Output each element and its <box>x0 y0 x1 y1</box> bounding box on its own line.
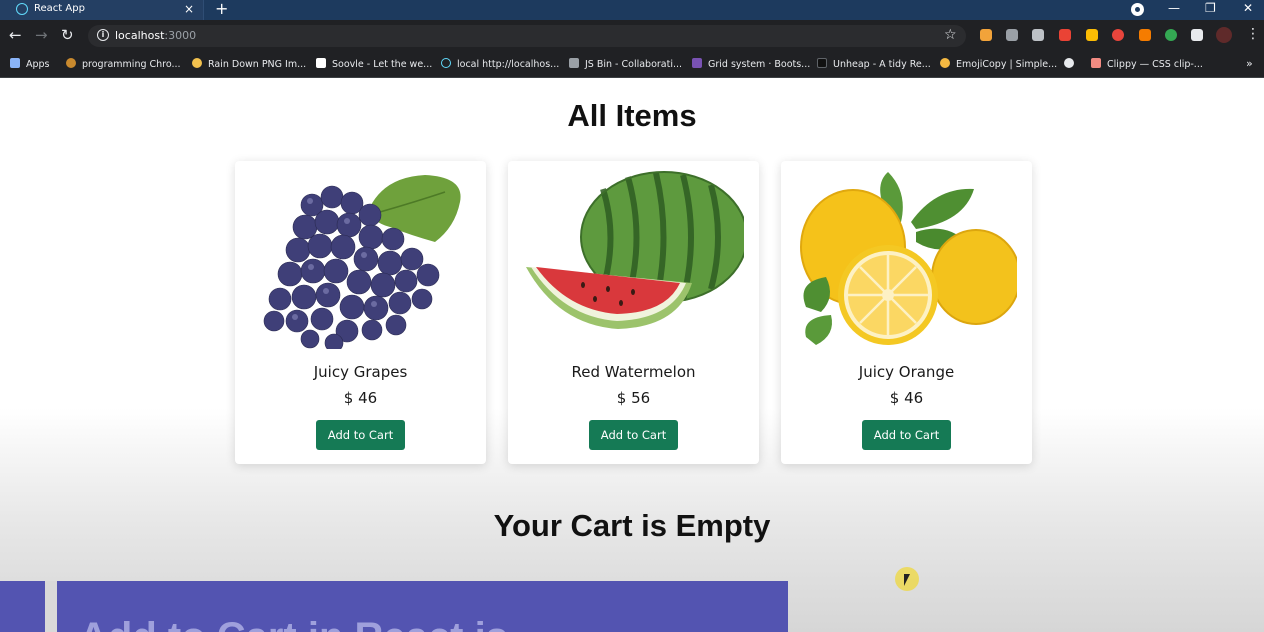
product-card: Juicy Grapes $ 46 Add to Cart <box>235 161 486 464</box>
forward-arrow-icon[interactable]: → <box>35 26 48 44</box>
product-card: Red Watermelon $ 56 Add to Cart <box>508 161 759 464</box>
product-name: Juicy Grapes <box>313 363 408 381</box>
react-favicon-icon <box>16 3 28 15</box>
bookmark-favicon-icon <box>192 58 202 68</box>
bookmark-item[interactable]: Grid system · Boots... <box>692 58 810 70</box>
bookmark-item[interactable] <box>1064 58 1080 70</box>
bookmark-item[interactable]: Clippy — CSS clip-... <box>1091 58 1203 70</box>
close-window-button[interactable]: ✕ <box>1243 1 1253 15</box>
add-to-cart-button[interactable]: Add to Cart <box>316 420 405 450</box>
browser-menu-icon[interactable]: ⋮ <box>1246 26 1260 42</box>
banner-divider <box>45 581 57 632</box>
add-to-cart-button[interactable]: Add to Cart <box>589 420 678 450</box>
product-name: Red Watermelon <box>571 363 696 381</box>
watermelon-image <box>526 171 744 329</box>
video-title-banner: Add to Cart in React js <box>57 581 788 632</box>
tab-title: React App <box>34 3 85 14</box>
browser-tab-bar: React App × + — ❐ ✕ <box>0 0 1264 20</box>
address-bar[interactable]: i localhost:3000 ☆ <box>88 25 966 47</box>
product-card: Juicy Orange $ 46 Add to Cart <box>781 161 1032 464</box>
profile-icon[interactable] <box>1131 3 1144 16</box>
extension-icon[interactable] <box>1032 29 1044 41</box>
bookmark-item[interactable]: Apps <box>10 58 50 70</box>
bookmark-item[interactable]: Rain Down PNG Im... <box>192 58 306 70</box>
react-favicon-icon <box>441 58 451 68</box>
minimize-button[interactable]: — <box>1168 1 1180 15</box>
extension-icon[interactable] <box>980 29 992 41</box>
tab-close-icon[interactable]: × <box>184 2 194 16</box>
bookmark-favicon-icon <box>66 58 76 68</box>
bookmarks-bar: Apps programming Chro... Rain Down PNG I… <box>0 51 1264 78</box>
more-bookmarks-icon[interactable]: » <box>1246 57 1253 70</box>
page-content: All Items Juicy Grapes $ 46 Add to Cart <box>0 78 1264 632</box>
bookmark-star-icon[interactable]: ☆ <box>944 27 957 43</box>
browser-toolbar: ← → ↻ i localhost:3000 ☆ ⋮ <box>0 20 1264 51</box>
add-to-cart-button[interactable]: Add to Cart <box>862 420 951 450</box>
extension-icon[interactable] <box>1006 29 1018 41</box>
extension-icon[interactable] <box>1086 29 1098 41</box>
browser-tab[interactable]: React App × <box>0 0 204 20</box>
product-price: $ 46 <box>343 389 378 407</box>
new-tab-button[interactable]: + <box>215 0 228 18</box>
product-price: $ 46 <box>889 389 924 407</box>
info-icon[interactable]: i <box>97 29 109 41</box>
restore-button[interactable]: ❐ <box>1205 1 1216 15</box>
bookmark-favicon-icon <box>817 58 827 68</box>
bookmark-item[interactable]: JS Bin - Collaborati... <box>569 58 682 70</box>
bookmark-item[interactable]: Soovle - Let the we... <box>316 58 432 70</box>
extension-icon[interactable] <box>1139 29 1151 41</box>
bookmark-favicon-icon <box>1064 58 1074 68</box>
extension-icon[interactable] <box>1112 29 1124 41</box>
reload-icon[interactable]: ↻ <box>61 26 74 44</box>
bookmark-item[interactable]: programming Chro... <box>66 58 181 70</box>
bookmark-item[interactable]: EmojiCopy | Simple... <box>940 58 1057 70</box>
back-arrow-icon[interactable]: ← <box>9 26 22 44</box>
emoji-favicon-icon <box>940 58 950 68</box>
extension-icon[interactable] <box>1165 29 1177 41</box>
page-title: All Items <box>567 98 697 133</box>
product-price: $ 56 <box>616 389 651 407</box>
bookmark-favicon-icon <box>569 58 579 68</box>
extension-icon[interactable] <box>1059 29 1071 41</box>
product-name: Juicy Orange <box>858 363 955 381</box>
mouse-cursor-icon <box>904 574 910 586</box>
bootstrap-favicon-icon <box>692 58 702 68</box>
grapes-image <box>263 175 461 349</box>
avatar[interactable] <box>1216 27 1232 43</box>
bookmark-item[interactable]: Unheap - A tidy Re... <box>817 58 931 70</box>
apps-grid-icon <box>10 58 20 68</box>
bookmark-favicon-icon <box>316 58 326 68</box>
lemons-image <box>800 172 1017 345</box>
bookmark-item[interactable]: local http://localhos... <box>441 58 559 70</box>
puzzle-extensions-icon[interactable] <box>1191 29 1203 41</box>
cart-status-heading: Your Cart is Empty <box>493 508 771 543</box>
url-text: localhost:3000 <box>115 29 197 42</box>
banner-accent <box>0 581 45 632</box>
banner-title: Add to Cart in React js <box>79 615 508 632</box>
bookmark-favicon-icon <box>1091 58 1101 68</box>
